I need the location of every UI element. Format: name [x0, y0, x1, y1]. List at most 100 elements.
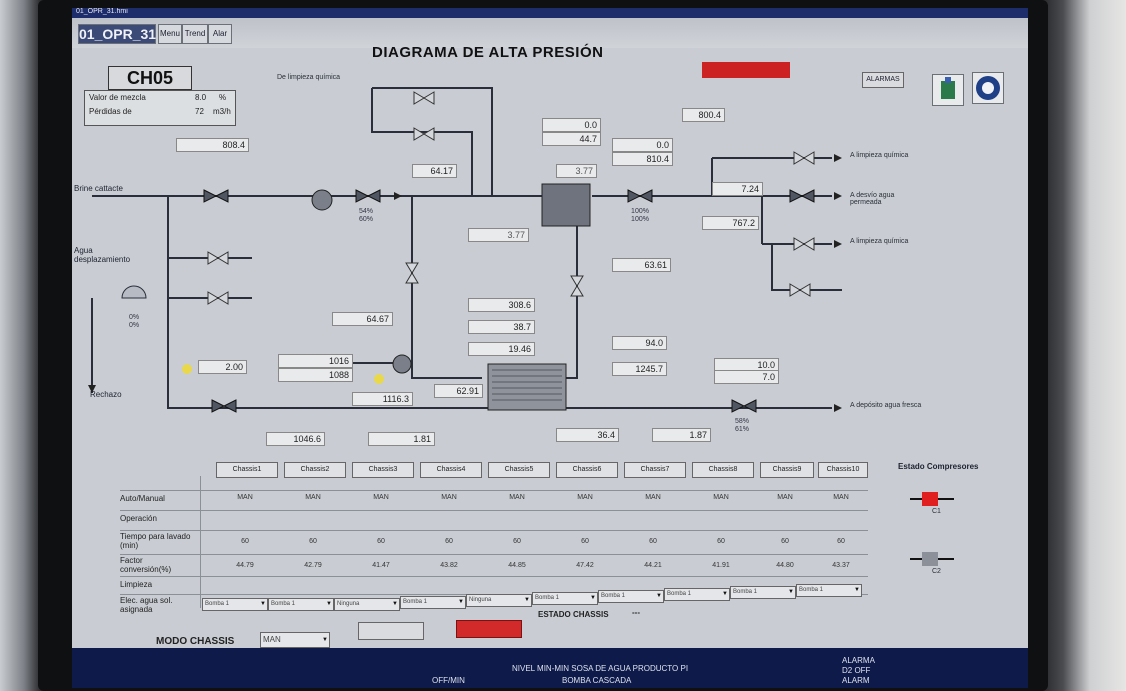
value-7-24: 7.24: [712, 182, 763, 196]
modo-chassis-label: MODO CHASSIS: [156, 636, 235, 647]
cell-factor: 44.85: [508, 562, 526, 569]
chassis-action-button[interactable]: [358, 622, 424, 640]
modo-chassis-select[interactable]: MAN: [260, 632, 330, 648]
cell-factor: 41.91: [712, 562, 730, 569]
chassis-stop-button[interactable]: [456, 620, 522, 638]
tab-chassis7[interactable]: Chassis7: [624, 462, 686, 478]
cell-tiempo: 60: [649, 538, 657, 545]
tab-chassis8[interactable]: Chassis8: [692, 462, 754, 478]
label-de-limpieza: De limpieza química: [277, 74, 341, 81]
value-1-87: 1.87: [652, 428, 711, 442]
status-alarm-2: D2 OFF: [842, 666, 871, 675]
pct-pump-2: 60%: [358, 216, 373, 223]
cell-tiempo: 60: [513, 538, 521, 545]
value-1116: 1116.3: [352, 392, 413, 406]
cell-tiempo: 60: [445, 538, 453, 545]
status-light-pump: [374, 374, 384, 384]
value-808: 808.4: [176, 138, 249, 152]
value-1046: 1046.6: [266, 432, 325, 446]
compressor-c1-label: C1: [932, 508, 941, 515]
dropdown-elec-1[interactable]: Bomba 1: [202, 598, 268, 611]
grid-line: [120, 554, 868, 555]
dropdown-elec-6[interactable]: Bomba 1: [532, 592, 598, 605]
dropdown-elec-7[interactable]: Bomba 1: [598, 590, 664, 603]
row-label-elec: Elec. agua sol. asignada: [120, 596, 173, 614]
dropdown-elec-9[interactable]: Bomba 1: [730, 586, 796, 599]
value-800: 800.4: [682, 108, 725, 122]
estado-compresores-label: Estado Compresores: [898, 462, 979, 471]
dropdown-elec-10[interactable]: Bomba 1: [796, 584, 862, 597]
cell-auto: MAN: [645, 494, 661, 501]
tab-chassis10[interactable]: Chassis10: [818, 462, 868, 478]
value-0-0b: 0.0: [612, 138, 673, 152]
tab-chassis4[interactable]: Chassis4: [420, 462, 482, 478]
tab-chassis3[interactable]: Chassis3: [352, 462, 414, 478]
status-light-left: [182, 364, 192, 374]
pct-left-1: 0%: [128, 314, 140, 321]
status-bar: OFF/MIN NIVEL MIN-MIN SOSA DE AGUA PRODU…: [72, 648, 1028, 688]
cell-factor: 41.47: [372, 562, 390, 569]
compressor-c2-label: C2: [932, 568, 941, 575]
cell-auto: MAN: [441, 494, 457, 501]
dropdown-elec-3[interactable]: Ninguna: [334, 598, 400, 611]
value-94: 94.0: [612, 336, 667, 350]
row-label-limpieza: Limpieza: [120, 580, 153, 589]
background-wall-left: [0, 0, 40, 691]
pct-bottom-1: 58%: [734, 418, 749, 425]
value-3-77b: 3.77: [468, 228, 529, 242]
value-38-7: 38.7: [468, 320, 535, 334]
cell-factor: 44.21: [644, 562, 662, 569]
value-64-17: 64.17: [412, 164, 457, 178]
cell-auto: MAN: [833, 494, 849, 501]
status-alarm: ALARMA: [842, 656, 875, 665]
grid-line: [120, 576, 868, 577]
cell-auto: MAN: [577, 494, 593, 501]
hmi-screen: 01_OPR_31.hmi 01_OPR_31 Menu Trend Alar …: [72, 8, 1028, 688]
value-36-4: 36.4: [556, 428, 619, 442]
cell-tiempo: 60: [717, 538, 725, 545]
status-alarm-3: ALARM: [842, 676, 870, 685]
cell-auto: MAN: [713, 494, 729, 501]
value-62-91: 62.91: [434, 384, 483, 398]
chassis-table: Chassis1 Chassis2 Chassis3 Chassis4 Chas…: [120, 462, 868, 622]
dropdown-elec-2[interactable]: Bomba 1: [268, 598, 334, 611]
value-44-7: 44.7: [542, 132, 601, 146]
row-label-operacion: Operación: [120, 514, 157, 523]
value-64-67: 64.67: [332, 312, 393, 326]
grid-line: [120, 490, 868, 491]
label-rechazo: Rechazo: [90, 390, 122, 399]
label-a-desvio: A desvío agua permeada: [850, 192, 895, 206]
value-2-00: 2.00: [198, 360, 247, 374]
value-7-0: 7.0: [714, 370, 779, 384]
dropdown-elec-4[interactable]: Bomba 1: [400, 596, 466, 609]
tab-chassis1[interactable]: Chassis1: [216, 462, 278, 478]
pct-valve-1: 100%: [631, 208, 649, 215]
cell-auto: MAN: [305, 494, 321, 501]
value-0-0a: 0.0: [542, 118, 601, 132]
dropdown-elec-8[interactable]: Bomba 1: [664, 588, 730, 601]
dropdown-elec-5[interactable]: Ninguna: [466, 594, 532, 607]
compressor-c2-icon: [910, 548, 954, 570]
label-a-limpieza-2: A limpieza química: [850, 238, 909, 245]
pct-bottom-2: 61%: [734, 426, 749, 433]
row-label-factor: Factor conversión(%): [120, 556, 172, 574]
tab-chassis6[interactable]: Chassis6: [556, 462, 618, 478]
cell-factor: 43.82: [440, 562, 458, 569]
value-1-81: 1.81: [368, 432, 435, 446]
pct-pump-1: 54%: [358, 208, 373, 215]
status-msg-2: BOMBA CASCADA: [562, 676, 632, 685]
status-left: OFF/MIN: [432, 676, 465, 685]
cell-tiempo: 60: [377, 538, 385, 545]
value-19-46: 19.46: [468, 342, 535, 356]
tab-chassis9[interactable]: Chassis9: [760, 462, 814, 478]
label-agua: Agua desplazamiento: [74, 246, 131, 264]
cell-factor: 47.42: [576, 562, 594, 569]
value-308: 308.6: [468, 298, 535, 312]
tab-chassis2[interactable]: Chassis2: [284, 462, 346, 478]
grid-vline: [200, 476, 201, 608]
grid-line: [120, 510, 868, 511]
cell-tiempo: 60: [241, 538, 249, 545]
cell-factor: 44.79: [236, 562, 254, 569]
value-1016: 1016: [278, 354, 353, 368]
tab-chassis5[interactable]: Chassis5: [488, 462, 550, 478]
